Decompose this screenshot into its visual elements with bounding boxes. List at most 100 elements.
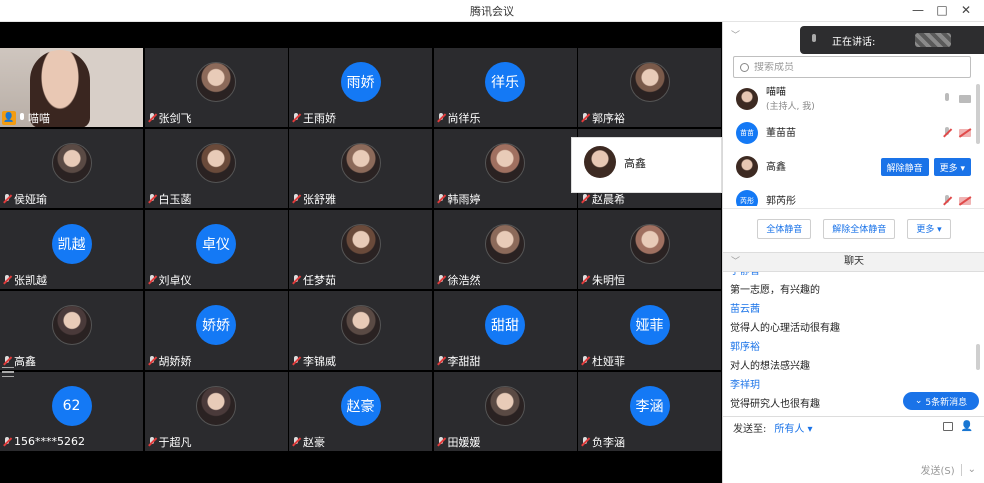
member-row[interactable]: 芮彤 郭芮彤 (723, 184, 984, 206)
unmute-all-button[interactable]: 解除全体静音 (823, 218, 896, 239)
participant-name: 于超凡 (158, 435, 192, 449)
microphone-muted-icon (2, 436, 12, 448)
video-tile[interactable]: 高鑫 (0, 291, 143, 370)
video-tile[interactable]: 张剑飞 (144, 48, 288, 127)
microphone-muted-icon (2, 274, 12, 286)
avatar: 62 (51, 386, 92, 426)
new-messages-button[interactable]: ⌄ 5条新消息 (903, 392, 979, 410)
maximize-button[interactable]: □ (932, 2, 952, 18)
camera-off-icon[interactable] (959, 129, 971, 137)
microphone-muted-icon (147, 436, 157, 448)
microphone-muted-icon[interactable] (943, 195, 951, 206)
send-button[interactable]: 发送(S) (920, 462, 954, 477)
video-tile[interactable]: 👤 喵喵 (0, 48, 143, 127)
video-tile[interactable]: 娅菲 杜娅菲 (578, 291, 721, 370)
member-row[interactable]: 喵喵 (主持人, 我) (723, 82, 984, 116)
mute-all-button[interactable]: 全体静音 (757, 218, 812, 239)
send-target-dropdown[interactable]: 所有人 ▾ (774, 420, 812, 435)
video-tile[interactable]: 卓仪 刘卓仪 (144, 210, 288, 289)
video-tile[interactable]: 侯娅瑜 (0, 129, 143, 208)
more-button[interactable]: 更多 ▾ (907, 218, 951, 239)
microphone-muted-icon (291, 274, 301, 286)
collapse-icon[interactable]: ﹀ (731, 28, 740, 41)
chat-sender: 宁静音 (730, 272, 984, 281)
video-tile[interactable]: 李涵 负李涵 (578, 372, 721, 451)
close-button[interactable]: ✕ (956, 2, 976, 18)
avatar (629, 62, 670, 102)
microphone-muted-icon (291, 355, 301, 367)
member-scrollbar[interactable] (976, 84, 980, 144)
video-tile[interactable]: 甜甜 李甜甜 (433, 291, 577, 370)
participant-name: 李甜甜 (447, 354, 481, 368)
participant-name-bar: 田媛媛 (436, 434, 481, 449)
participant-name-bar: 朱明恒 (580, 272, 625, 287)
video-tile[interactable]: 于超凡 (144, 372, 288, 451)
member-name: 喵喵 (766, 87, 786, 98)
mention-icon[interactable]: 👤 (961, 422, 973, 432)
video-tile[interactable]: 雨娇 王雨娇 (289, 48, 432, 127)
participant-name: 156****5262 (14, 435, 85, 448)
avatar (51, 143, 92, 183)
chat-message: 第一志愿，有兴趣的 (730, 285, 820, 296)
participant-name: 胡娇娇 (158, 354, 192, 368)
video-tile[interactable]: 62 156****5262 (0, 372, 143, 451)
video-tile[interactable]: 任梦茹 (289, 210, 432, 289)
video-tile[interactable]: 徐浩然 (433, 210, 577, 289)
participant-name-bar: 韩雨婷 (436, 191, 481, 206)
microphone-icon[interactable] (943, 93, 951, 105)
chat-scrollbar[interactable] (976, 344, 980, 370)
unmute-button[interactable]: 解除静音 (880, 158, 929, 176)
avatar (485, 224, 525, 264)
avatar (340, 305, 381, 345)
search-input[interactable] (754, 61, 954, 73)
collapse-icon[interactable]: ﹀ (731, 253, 740, 271)
participant-name-bar: 杜娅菲 (580, 353, 625, 368)
video-tile[interactable]: 李锦威 (289, 291, 432, 370)
participant-popup[interactable]: 高鑫 (571, 137, 722, 193)
avatar (736, 156, 758, 178)
participant-name: 王雨娇 (303, 111, 336, 125)
member-actions: 全体静音 解除全体静音 更多 ▾ (723, 208, 984, 248)
camera-icon[interactable] (959, 95, 971, 103)
member-name: 董苗苗 (766, 127, 796, 139)
video-tile[interactable]: 白玉菡 (144, 129, 288, 208)
participant-name-bar: 刘卓仪 (147, 272, 192, 287)
video-tile[interactable]: 徉乐 尚徉乐 (433, 48, 577, 127)
chat-message: 觉得人的心理活动很有趣 (730, 323, 840, 334)
minimize-button[interactable]: — (908, 2, 928, 18)
participant-name: 任梦茹 (303, 273, 336, 287)
video-tile[interactable]: 田媛媛 (433, 372, 577, 451)
video-tile[interactable]: 张舒雅 (289, 129, 432, 208)
member-row[interactable]: 苗苗 董苗苗 (723, 116, 984, 150)
member-status-icons (943, 195, 971, 206)
list-icon[interactable] (2, 367, 14, 377)
avatar (196, 62, 236, 102)
participant-name-bar: 156****5262 (2, 434, 85, 449)
microphone-muted-icon[interactable] (943, 127, 951, 139)
window-controls: — □ ✕ (908, 2, 976, 18)
member-name: 高鑫 (766, 161, 786, 173)
avatar: 赵豪 (340, 386, 381, 426)
window-title: 腾讯会议 (470, 5, 514, 18)
member-search[interactable] (733, 56, 971, 78)
participant-name-bar: 高鑫 (2, 353, 36, 368)
participant-name-bar: 任梦茹 (291, 272, 336, 287)
more-button[interactable]: 更多 ▾ (933, 158, 971, 176)
video-tile[interactable]: 赵豪 赵豪 (289, 372, 432, 451)
member-row[interactable]: 高鑫 解除静音 更多 ▾ (723, 150, 984, 184)
video-tile[interactable]: 韩雨婷 (433, 129, 577, 208)
video-tile[interactable]: 娇娇 胡娇娇 (144, 291, 288, 370)
camera-off-icon[interactable] (959, 197, 971, 205)
image-icon[interactable] (942, 422, 953, 431)
microphone-icon (810, 34, 818, 46)
avatar (340, 143, 381, 183)
video-tile[interactable]: 郭序裕 (578, 48, 721, 127)
avatar (51, 305, 92, 345)
chevron-down-icon[interactable]: ⌄ (968, 464, 976, 475)
video-tile[interactable]: 朱明恒 (578, 210, 721, 289)
participant-name: 朱明恒 (592, 273, 625, 287)
microphone-muted-icon (147, 355, 157, 367)
avatar (584, 146, 616, 178)
participant-name-bar: 👤 喵喵 (2, 110, 50, 125)
video-tile[interactable]: 凯越 张凯越 (0, 210, 143, 289)
